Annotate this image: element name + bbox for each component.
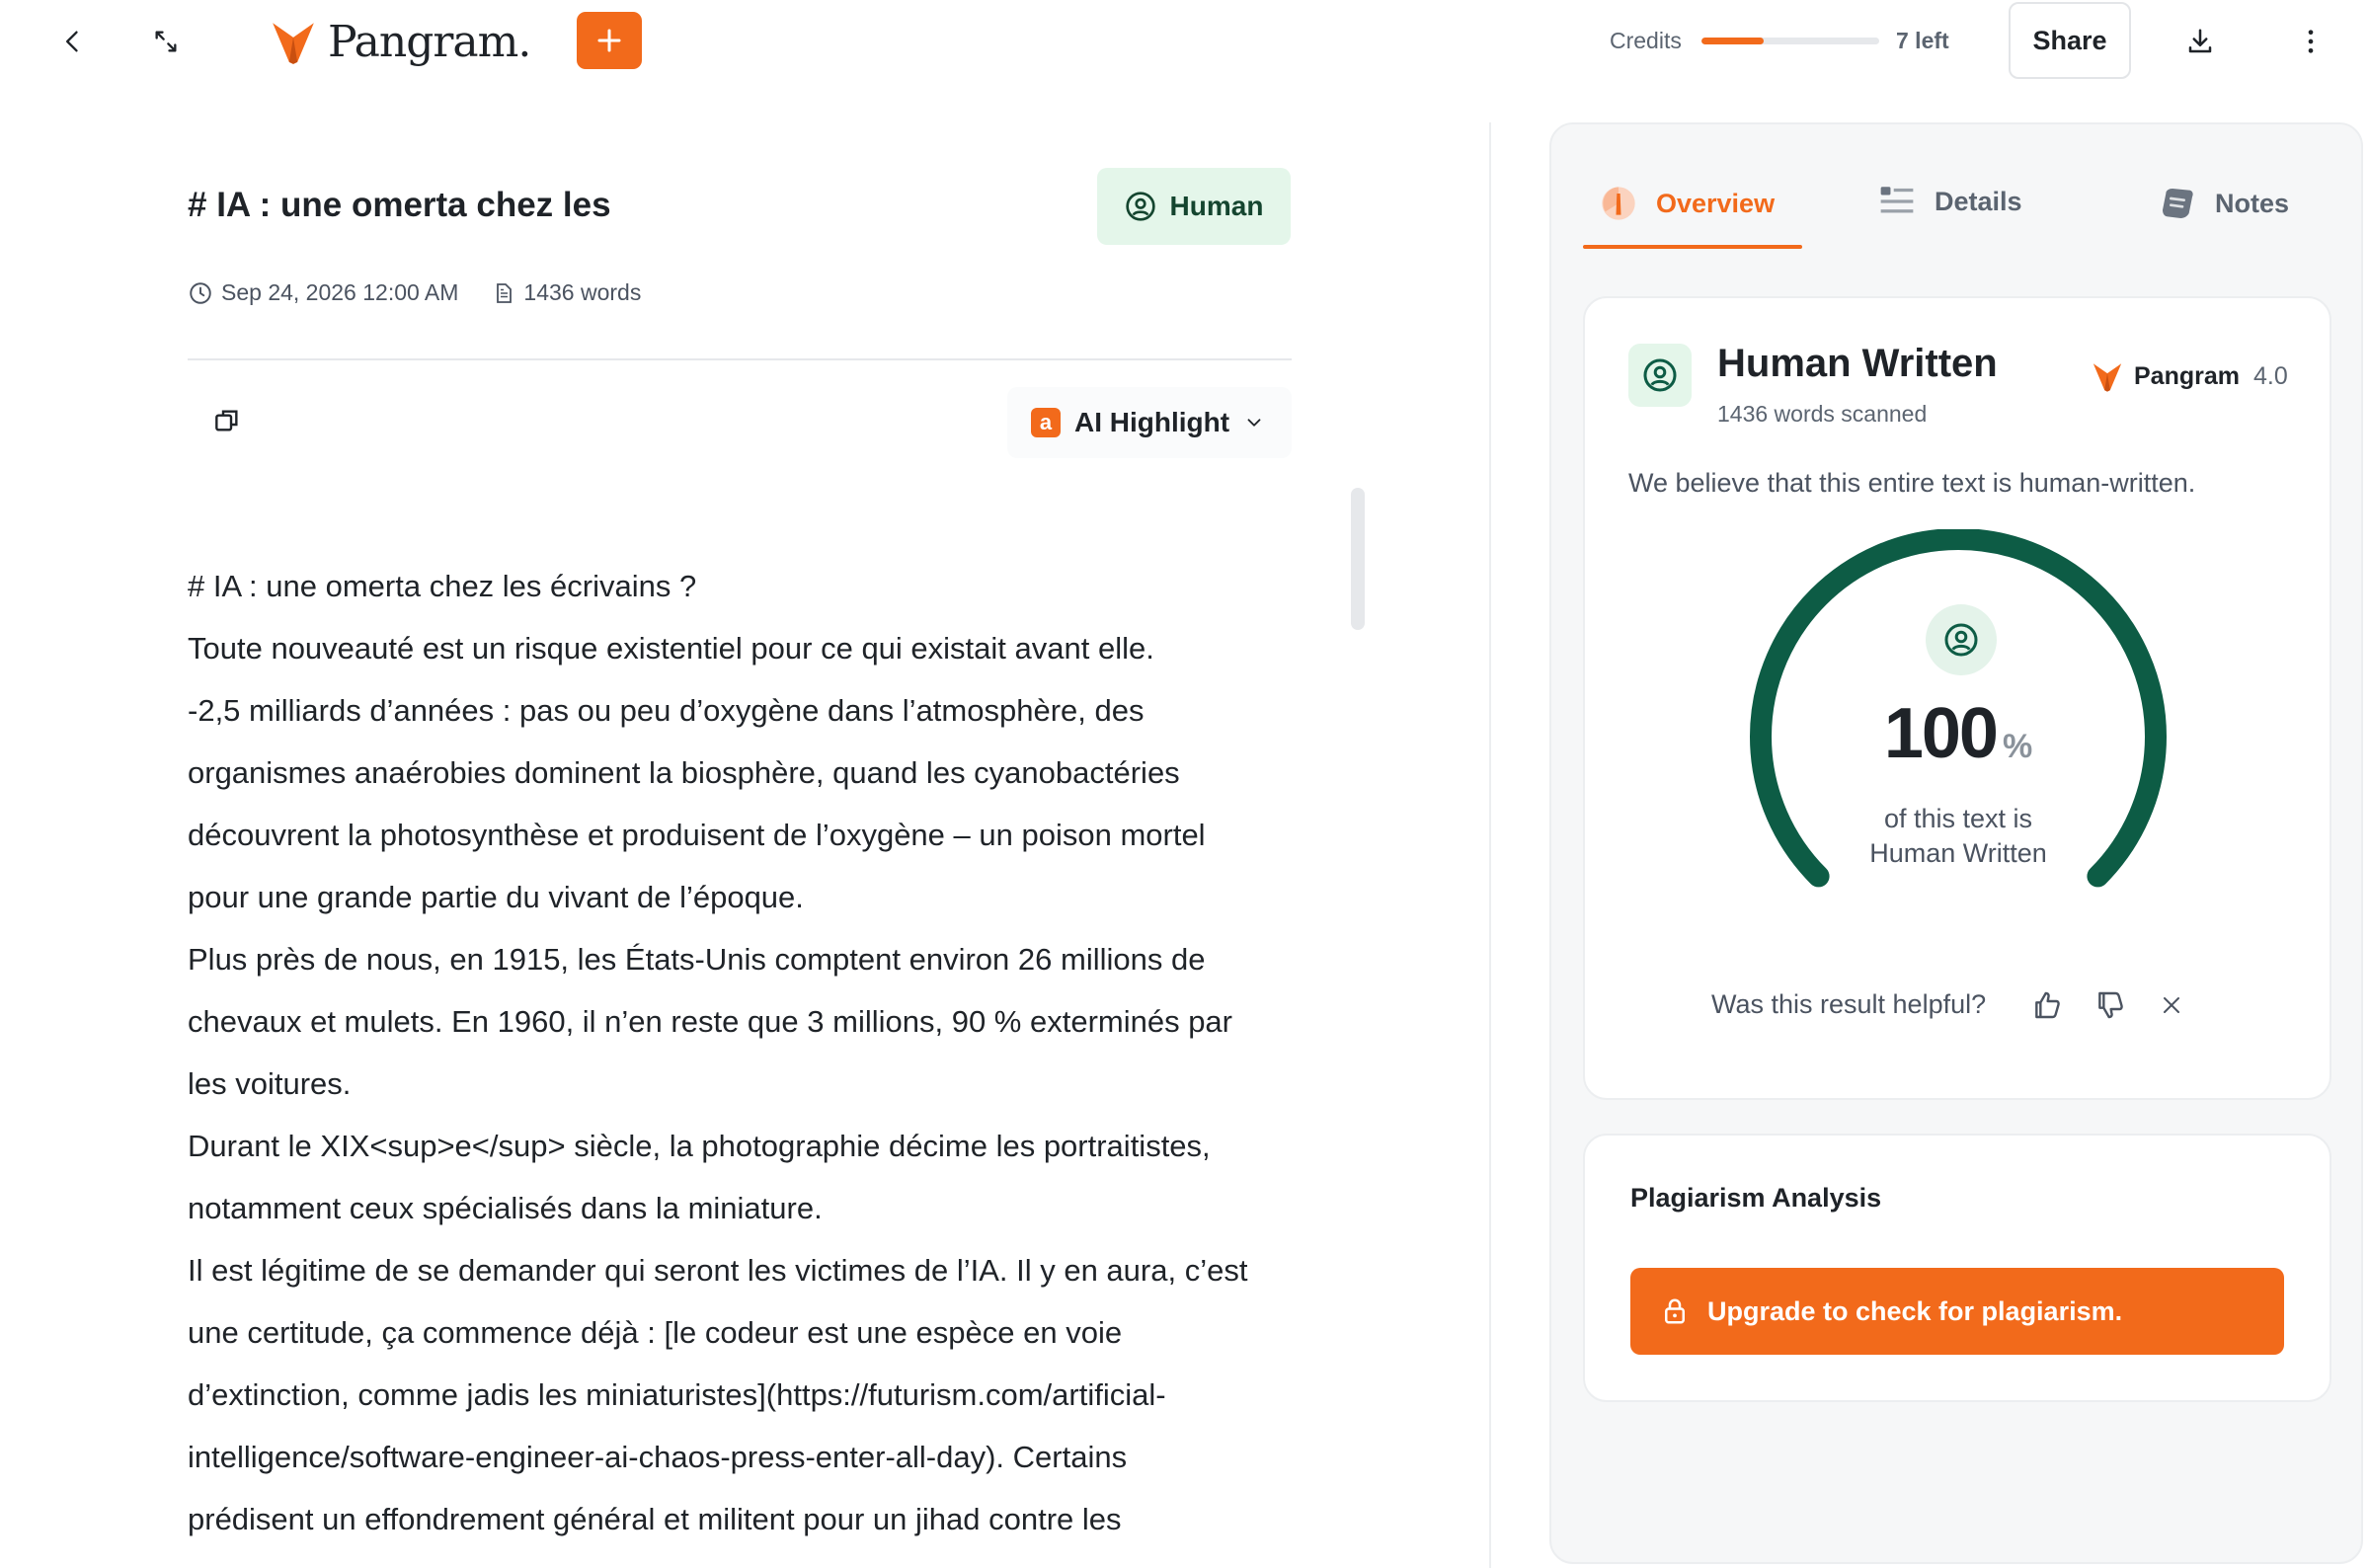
document-divider <box>188 358 1292 360</box>
badge-label: Human <box>1169 191 1264 221</box>
person-circle-icon <box>1944 623 1978 657</box>
document-icon <box>497 282 513 303</box>
result-subtitle: 1436 words scanned <box>1717 401 1928 427</box>
document-line: chevaux et mulets. En 1960, il n’en rest… <box>188 1004 1232 1039</box>
tab-details-label: Details <box>1935 186 2022 216</box>
gauge-caption-line-2: Human Written <box>1869 838 2047 868</box>
gauge-percent-value: 100 <box>1883 694 1999 773</box>
tab-notes[interactable]: Notes <box>2158 184 2289 223</box>
plagiarism-title: Plagiarism Analysis <box>1630 1183 1882 1213</box>
top-bar: Pangram. Credits 7 left Share <box>0 0 2370 83</box>
clock-icon <box>190 281 211 304</box>
results-panel: Overview Details Notes Human Written 143… <box>1549 122 2363 1564</box>
download-icon <box>2188 29 2212 53</box>
back-button[interactable] <box>51 20 95 63</box>
tab-notes-label: Notes <box>2215 188 2290 218</box>
feedback-question: Was this result helpful? <box>1711 989 1987 1019</box>
brand-name: Pangram. <box>328 16 531 67</box>
gauge-percent-sign: % <box>2002 728 2033 765</box>
upgrade-plagiarism-button[interactable]: Upgrade to check for plagiarism. <box>1630 1268 2284 1355</box>
credits-progress-fill <box>1701 38 1764 44</box>
document-line: Toute nouveauté est un risque existentie… <box>188 631 1154 666</box>
pie-chart-icon <box>1602 187 1635 220</box>
model-name: Pangram <box>2134 361 2240 390</box>
gauge-person-icon-wrap <box>1926 604 1997 675</box>
document-line: les voitures. <box>188 1066 352 1101</box>
document-line: intelligence/software-engineer-ai-chaos-… <box>188 1440 1128 1474</box>
more-vertical-icon <box>2308 30 2314 53</box>
document-date: Sep 24, 2026 12:00 AM <box>188 279 458 306</box>
download-button[interactable] <box>2178 20 2222 63</box>
document-title: # IA : une omerta chez les <box>188 186 611 224</box>
thumbs-up-button[interactable] <box>2027 985 2067 1025</box>
document-line: Durant le XIX<sup>e</sup> siècle, la pho… <box>188 1129 1211 1163</box>
document-date-text: Sep 24, 2026 12:00 AM <box>221 279 459 305</box>
document-body: # IA : une omerta chez les écrivains ? T… <box>188 555 1304 1550</box>
plagiarism-card: Plagiarism Analysis Upgrade to check for… <box>1583 1134 2331 1402</box>
chevron-down-icon <box>1247 419 1261 427</box>
document-line: d’extinction, comme jadis les miniaturis… <box>188 1377 1166 1412</box>
expand-icon <box>155 31 177 52</box>
document-line: découvrent la photosynthèse et produisen… <box>188 818 1206 852</box>
document-line: -2,5 milliards d’années : pas ou peu d’o… <box>188 693 1145 728</box>
credits-progress-bar <box>1701 38 1879 44</box>
document-meta: Sep 24, 2026 12:00 AM 1436 words <box>188 279 674 306</box>
more-options-button[interactable] <box>2289 20 2332 63</box>
tab-overview[interactable]: Overview <box>1599 184 1775 223</box>
thumbs-down-button[interactable] <box>2091 985 2130 1025</box>
result-title: Human Written <box>1717 342 1998 385</box>
tab-details[interactable]: Details <box>1877 184 2022 219</box>
expand-button[interactable] <box>144 20 188 63</box>
active-tab-indicator <box>1583 245 1802 249</box>
document-line: Il est légitime de se demander qui seron… <box>188 1253 1248 1288</box>
new-document-button[interactable] <box>577 12 642 69</box>
model-badge: Pangram 4.0 <box>2091 359 2288 393</box>
panel-separator <box>1489 122 1491 1568</box>
credits-remaining: 7 left <box>1896 28 1949 53</box>
thumbs-up-icon <box>2035 991 2060 1019</box>
brand-logo[interactable]: Pangram. <box>269 12 531 71</box>
pangram-logo-icon <box>273 23 314 64</box>
document-line: organismes anaérobies dominent la biosph… <box>188 755 1180 790</box>
document-line: pour une grande partie du vivant de l’ép… <box>188 880 804 914</box>
dismiss-feedback-button[interactable] <box>2152 985 2191 1025</box>
ai-highlight-label: AI Highlight <box>1074 407 1230 437</box>
person-circle-icon <box>1643 358 1677 392</box>
upgrade-label: Upgrade to check for plagiarism. <box>1707 1295 2123 1326</box>
credits-label: Credits <box>1610 28 1682 53</box>
document-word-count: 1436 words <box>492 279 641 306</box>
gauge-percent: 100% <box>1731 693 2185 774</box>
result-card: Human Written 1436 words scanned Pangram… <box>1583 296 2331 1100</box>
document-line: une certitude, ça commence déjà : [le co… <box>188 1315 1123 1350</box>
thumbs-down-icon <box>2098 991 2123 1019</box>
tab-overview-label: Overview <box>1656 188 1776 218</box>
document-line: # IA : une omerta chez les écrivains ? <box>188 569 697 603</box>
copy-button[interactable] <box>211 405 243 436</box>
share-button[interactable]: Share <box>2009 2 2131 79</box>
document-line: notamment ceux spécialisés dans la minia… <box>188 1191 823 1225</box>
lock-icon <box>1665 1298 1685 1324</box>
copy-icon <box>215 410 238 431</box>
model-version: 4.0 <box>2252 361 2288 390</box>
close-icon <box>2164 997 2179 1013</box>
gauge-caption: of this text is Human Written <box>1731 802 2185 871</box>
result-summary: We believe that this entire text is huma… <box>1628 468 2196 498</box>
human-result-badge: Human <box>1097 168 1291 245</box>
list-icon <box>1880 187 1914 213</box>
document-scrollbar[interactable] <box>1351 488 1365 630</box>
word-count-text: 1436 words <box>523 279 642 305</box>
chevron-left-icon <box>66 31 78 52</box>
document-line: Plus près de nous, en 1915, les États-Un… <box>188 942 1206 977</box>
ai-highlight-icon: a <box>1031 408 1061 437</box>
ai-highlight-dropdown[interactable]: a AI Highlight <box>1007 387 1292 458</box>
result-icon-box <box>1628 344 1692 407</box>
document-line: prédisent un effondrement général et mil… <box>188 1502 1122 1536</box>
notes-icon <box>2163 189 2193 218</box>
plus-icon <box>597 29 621 52</box>
person-circle-icon <box>1125 192 1155 221</box>
gauge-caption-line-1: of this text is <box>1883 804 2033 833</box>
pangram-logo-icon <box>2093 363 2122 392</box>
